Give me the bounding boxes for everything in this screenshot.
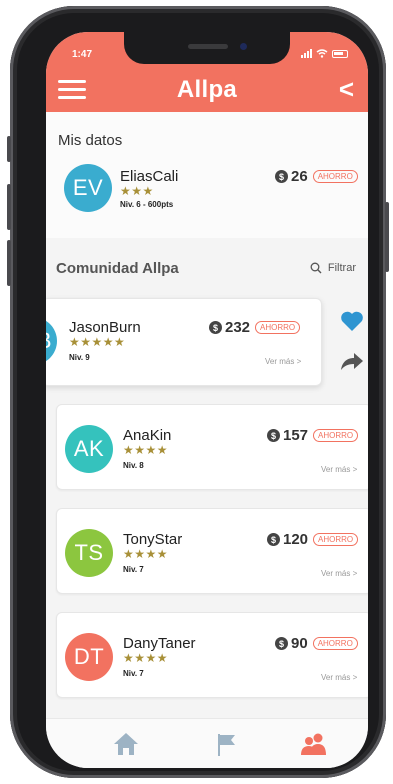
member-card[interactable]: AK AnaKin ★★★★ Niv. 8 $ 157 AHORRO Ver m… — [56, 404, 368, 490]
avatar: DT — [65, 633, 113, 681]
volume-down-button — [7, 240, 11, 286]
dollar-coin-icon: $ — [209, 321, 222, 334]
see-more-link[interactable]: Ver más > — [265, 357, 301, 366]
wifi-icon — [316, 49, 328, 58]
phone-frame: 1:47 Allpa < Mis datos EV EliasCali ★★★ … — [7, 6, 389, 778]
savings-badge: AHORRO — [255, 321, 301, 334]
see-more-link[interactable]: Ver más > — [321, 465, 357, 474]
savings-amount: $ 120 AHORRO — [267, 531, 359, 548]
page-title: Allpa — [176, 76, 238, 103]
avatar: AK — [65, 425, 113, 473]
amount-value: 120 — [283, 531, 309, 548]
filter-button[interactable]: Filtrar — [310, 262, 356, 274]
app-screen: 1:47 Allpa < Mis datos EV EliasCali ★★★ … — [46, 32, 368, 768]
battery-icon — [332, 49, 348, 58]
member-name: AnaKin — [123, 427, 172, 444]
member-name: TonyStar — [123, 531, 183, 548]
dollar-coin-icon: $ — [275, 637, 288, 650]
filter-label: Filtrar — [327, 262, 356, 274]
savings-badge: AHORRO — [312, 637, 358, 650]
amount-value: 157 — [283, 427, 309, 444]
share-icon[interactable] — [340, 350, 364, 372]
savings-badge: AHORRO — [313, 533, 359, 546]
savings-amount: $ 232 AHORRO — [209, 319, 301, 336]
heart-icon[interactable] — [340, 310, 364, 332]
bottom-navigation — [46, 718, 368, 768]
dollar-coin-icon: $ — [267, 429, 280, 442]
signal-icon — [301, 49, 312, 58]
dollar-coin-icon: $ — [267, 533, 280, 546]
amount-value: 90 — [291, 635, 308, 652]
savings-badge: AHORRO — [312, 170, 358, 183]
status-indicators — [301, 49, 348, 58]
member-card[interactable]: TS TonyStar ★★★★ Niv. 7 $ 120 AHORRO Ver… — [56, 508, 368, 594]
member-name: JasonBurn — [69, 319, 141, 336]
member-card-active[interactable]: B JasonBurn ★★★★★ Niv. 9 $ 232 AHORRO Ve… — [46, 298, 322, 386]
dollar-coin-icon: $ — [275, 170, 288, 183]
avatar: B — [46, 317, 57, 365]
member-level: Niv. 7 — [123, 669, 144, 678]
phone-notch — [124, 32, 290, 64]
member-level: Niv. 9 — [69, 353, 90, 362]
section-title-community: Comunidad Allpa — [56, 260, 179, 277]
rating-stars: ★★★★ — [123, 547, 169, 561]
member-card[interactable]: DT DanyTaner ★★★★ Niv. 7 $ 90 AHORRO Ver… — [56, 612, 368, 698]
back-button[interactable]: < — [339, 74, 354, 105]
rating-stars: ★★★ — [120, 184, 154, 198]
savings-badge: AHORRO — [313, 429, 359, 442]
avatar: TS — [65, 529, 113, 577]
savings-amount: $ 157 AHORRO — [267, 427, 359, 444]
member-level: Niv. 7 — [123, 565, 144, 574]
mute-switch — [7, 136, 11, 162]
power-button — [385, 202, 389, 272]
user-name: EliasCali — [120, 168, 179, 185]
amount-value: 26 — [291, 168, 308, 185]
member-level: Niv. 8 — [123, 461, 144, 470]
savings-amount: $ 26 AHORRO — [275, 168, 358, 185]
flag-icon[interactable] — [212, 731, 240, 757]
avatar: EV — [64, 164, 112, 212]
see-more-link[interactable]: Ver más > — [321, 569, 357, 578]
rating-stars: ★★★★★ — [69, 335, 126, 349]
my-profile-row[interactable]: EV EliasCali ★★★ Niv. 6 - 600pts $ 26 AH… — [64, 164, 368, 220]
savings-amount: $ 90 AHORRO — [275, 635, 358, 652]
search-icon — [310, 262, 322, 274]
member-name: DanyTaner — [123, 635, 196, 652]
amount-value: 232 — [225, 319, 251, 336]
volume-up-button — [7, 184, 11, 230]
rating-stars: ★★★★ — [123, 651, 169, 665]
home-icon[interactable] — [112, 731, 140, 757]
people-icon[interactable] — [300, 731, 328, 757]
rating-stars: ★★★★ — [123, 443, 169, 457]
status-time: 1:47 — [72, 49, 93, 60]
see-more-link[interactable]: Ver más > — [321, 673, 357, 682]
section-title-my-data: Mis datos — [58, 132, 123, 149]
my-data-section: Mis datos EV EliasCali ★★★ Niv. 6 - 600p… — [46, 112, 368, 238]
user-level: Niv. 6 - 600pts — [120, 200, 174, 209]
